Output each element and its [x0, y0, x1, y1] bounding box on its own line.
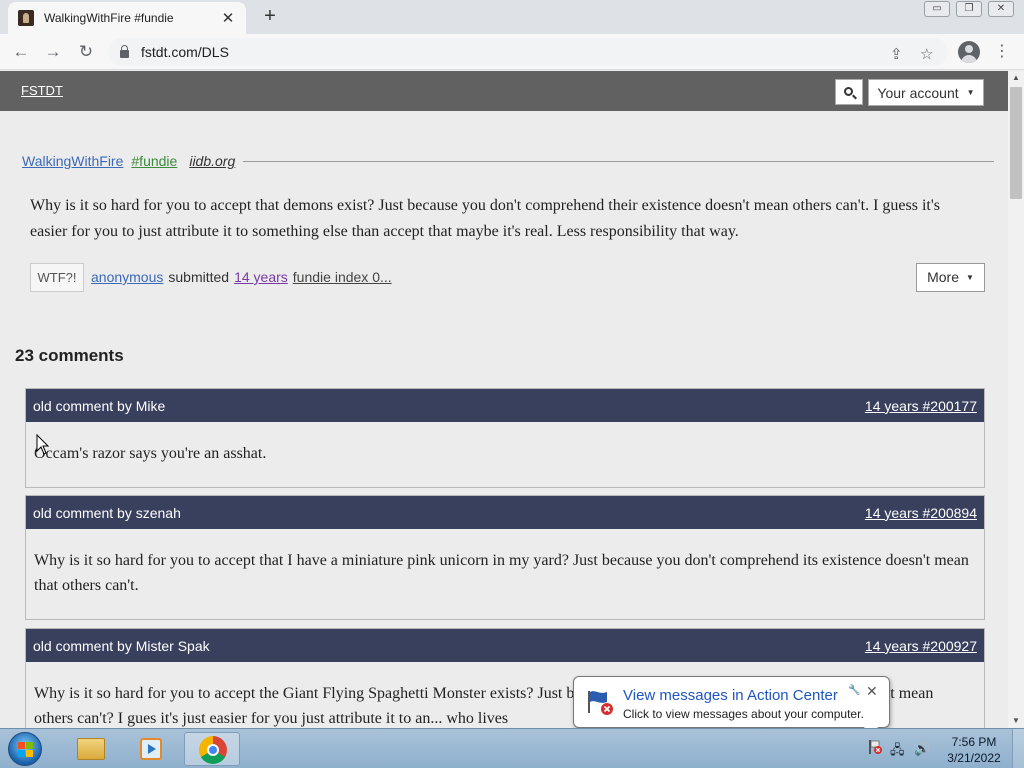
submitted-label: submitted — [168, 269, 230, 285]
comment-permalink[interactable]: 14 years #200177 — [865, 398, 977, 414]
search-button[interactable] — [835, 79, 863, 105]
comment-header: old comment by szenah 14 years #200894 — [26, 496, 984, 529]
bookmark-star-icon[interactable]: ☆ — [920, 45, 933, 63]
quote-age-link[interactable]: 14 years — [234, 269, 288, 285]
divider — [243, 160, 994, 162]
browser-menu-icon[interactable]: ⋮ — [994, 40, 1010, 64]
wrench-icon[interactable]: 🔧 — [848, 685, 860, 696]
window-controls: ▭ ❐ ✕ — [924, 1, 1014, 17]
quote-footer: WTF?! anonymous submitted 14 years fundi… — [30, 262, 985, 292]
comment-permalink[interactable]: 14 years #200927 — [865, 638, 977, 654]
quote-text: Why is it so hard for you to accept that… — [30, 197, 940, 240]
windows-logo-icon — [18, 742, 33, 757]
page-scrollbar[interactable]: ▲ ▼ — [1008, 71, 1024, 728]
url-text: fstdt.com/DLS — [141, 44, 229, 60]
folder-icon — [77, 738, 105, 760]
comment-body: Why is it so hard for you to accept that… — [34, 552, 969, 594]
restore-button[interactable]: ❐ — [956, 1, 982, 17]
clock-date: 3/21/2022 — [947, 751, 1001, 765]
site-header: FSTDT Your account ▼ — [0, 71, 1008, 111]
comment-author: old comment by szenah — [33, 504, 181, 521]
taskbar-file-explorer[interactable] — [62, 732, 118, 766]
search-icon — [843, 86, 853, 96]
minimize-button[interactable]: ▭ — [924, 1, 950, 17]
wtf-vote-button[interactable]: WTF?! — [30, 262, 84, 292]
scroll-up-icon[interactable]: ▲ — [1008, 71, 1024, 85]
chrome-icon — [199, 736, 227, 764]
caret-down-icon: ▼ — [966, 88, 975, 97]
comment-permalink[interactable]: 14 years #200894 — [865, 505, 977, 521]
comment-body: Occam's razor says you're an asshat. — [34, 445, 267, 462]
more-label: More — [927, 269, 959, 285]
taskbar-chrome[interactable] — [184, 732, 240, 766]
scroll-thumb[interactable] — [1010, 87, 1022, 199]
back-button[interactable]: ← — [9, 40, 33, 64]
lock-icon — [120, 45, 129, 58]
share-icon[interactable]: ⇪ — [890, 45, 903, 63]
taskbar-media-player[interactable] — [122, 732, 178, 766]
browser-tab[interactable]: WalkingWithFire #fundie ✕ — [8, 2, 246, 34]
volume-icon[interactable]: 🔊 — [914, 741, 930, 757]
close-tab-icon[interactable]: ✕ — [220, 9, 236, 27]
comment-card: old comment by Mike 14 years #200177 Occ… — [25, 388, 985, 488]
comment-card: old comment by szenah 14 years #200894 W… — [25, 495, 985, 620]
quote-meta: WalkingWithFire #fundie iidb.org — [22, 153, 994, 169]
new-tab-button[interactable]: + — [258, 5, 282, 29]
reload-button[interactable]: ↻ — [74, 40, 98, 64]
tab-title: WalkingWithFire #fundie — [44, 11, 174, 25]
window-close-button[interactable]: ✕ — [988, 1, 1014, 17]
quote-source-link[interactable]: iidb.org — [189, 153, 235, 169]
action-center-tray-icon[interactable] — [868, 739, 882, 755]
notification-close-icon[interactable]: ✕ — [866, 683, 878, 700]
quote-tag-link[interactable]: #fundie — [131, 153, 177, 169]
scroll-down-icon[interactable]: ▼ — [1008, 714, 1024, 728]
site-brand-link[interactable]: FSTDT — [21, 83, 63, 98]
browser-tab-bar: WalkingWithFire #fundie ✕ + ▭ ❐ ✕ — [0, 0, 1024, 34]
comment-author: old comment by Mister Spak — [33, 637, 210, 654]
quote-author-link[interactable]: WalkingWithFire — [22, 153, 123, 169]
comment-header: old comment by Mike 14 years #200177 — [26, 389, 984, 422]
notification-text: Click to view messages about your comput… — [623, 707, 864, 721]
notification-title[interactable]: View messages in Action Center — [623, 687, 838, 704]
clock-time: 7:56 PM — [951, 735, 997, 749]
profile-avatar-icon[interactable] — [958, 41, 980, 63]
media-player-icon — [140, 738, 162, 760]
comment-author: old comment by Mike — [33, 397, 166, 414]
account-label: Your account — [877, 84, 959, 101]
more-button[interactable]: More ▼ — [916, 262, 985, 292]
account-button[interactable]: Your account ▼ — [868, 79, 984, 106]
action-center-flag-icon — [588, 691, 613, 715]
comments-heading: 23 comments — [15, 346, 124, 365]
system-clock[interactable]: 7:56 PM 3/21/2022 — [944, 734, 1004, 766]
comment-header: old comment by Mister Spak 14 years #200… — [26, 629, 984, 662]
address-bar[interactable]: fstdt.com/DLS ⇪ ☆ — [108, 38, 948, 66]
site-favicon-icon — [18, 10, 34, 26]
caret-down-icon: ▼ — [965, 272, 974, 282]
network-icon[interactable]: 🖧 — [890, 741, 905, 763]
action-center-notification[interactable]: View messages in Action Center Click to … — [573, 676, 890, 737]
fundie-index-link[interactable]: fundie index 0... — [293, 269, 392, 285]
show-desktop-button[interactable] — [1012, 729, 1024, 768]
windows-taskbar: 🖧 🔊 7:56 PM 3/21/2022 — [0, 728, 1024, 768]
start-button[interactable] — [8, 732, 42, 766]
forward-button[interactable]: → — [41, 40, 65, 64]
browser-toolbar: ← → ↻ fstdt.com/DLS ⇪ ☆ ⋮ — [0, 34, 1024, 70]
submitter-link[interactable]: anonymous — [91, 269, 163, 285]
page-viewport: FSTDT Your account ▼ WalkingWithFire #fu… — [0, 71, 1008, 728]
